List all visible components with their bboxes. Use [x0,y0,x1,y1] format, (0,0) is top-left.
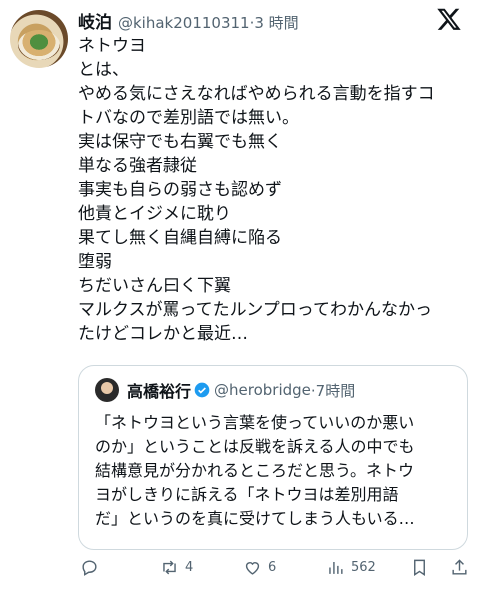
tweet-line: マルクスが罵ってたルンプロってわかんなかっ [78,300,432,320]
like-button[interactable]: 6 [243,558,276,577]
reply-icon [82,560,97,576]
bookmark-button[interactable] [410,558,429,577]
tweet-line: 実は保守でも右翼でも無く [78,132,282,152]
like-count: 6 [268,560,277,575]
quote-line: だ」というのを真に受けてしまう人もいる… [95,509,415,528]
quote-header: 高橋裕行 @herobridge ·7時間 [95,378,355,402]
tweet-line: ネトウヨ [78,36,146,56]
quote-avatar [95,378,119,402]
share-icon [452,559,467,575]
quote-line: 結構意見が分かれるところだと思う。ネトウ [95,461,415,480]
tweet-line: とは、 [78,60,129,80]
quote-line: 「ネトウヨという言葉を使っていいのか悪い [95,413,415,432]
tweet-header: 岐泊 @kihak20110311 ·3 時間 [78,8,299,33]
bookmark-icon [414,559,425,576]
tweet-line: たけどコレかと最近… [78,324,248,344]
retweet-button[interactable]: 4 [160,558,193,577]
action-bar: 4 6 562 [78,558,470,586]
avatar-image [18,30,60,60]
tweet-time[interactable]: ·3 時間 [250,12,299,33]
quote-text: 「ネトウヨという言葉を使っていいのか悪い のか」ということは反戦を訴える人の中で… [95,411,455,531]
tweet-line: やめる気にさえなればやめられる言動を指すコ [78,84,435,104]
share-button[interactable] [450,558,469,577]
views-button[interactable]: 562 [326,558,376,577]
tweet-line: 他責とイジメに耽り [78,204,231,224]
quote-line: ヨがしきりに訴える「ネトウヨは差別用語 [95,485,399,504]
author-handle[interactable]: @kihak20110311 [118,14,250,32]
heart-icon [245,562,260,575]
quote-line: のか」ということは反戦を訴える人の中でも [95,437,415,456]
author-avatar[interactable] [10,10,68,68]
author-name[interactable]: 岐泊 [78,8,112,33]
views-icon [329,561,343,574]
quote-author-name: 高橋裕行 [127,382,192,401]
tweet-text: ネトウヨ とは、 やめる気にさえなればやめられる言動を指すコ トバなので差別語で… [78,34,474,346]
tweet-line: 事実も自らの弱さも認めず [78,180,282,200]
quote-author-handle: @herobridge [214,381,311,399]
quoted-tweet[interactable]: 高橋裕行 @herobridge ·7時間 「ネトウヨという言葉を使っていいのか… [78,365,468,550]
tweet-line: 果てし無く自縄自縛に陥る [78,228,282,248]
tweet-line: 単なる強者隷従 [78,156,197,176]
tweet-line: ちだいさん曰く下翼 [78,276,231,296]
views-count: 562 [351,560,376,575]
x-logo-icon[interactable] [436,6,462,32]
tweet-line: トバなので差別語では無い。 [78,108,299,128]
verified-badge-icon [194,382,210,398]
reply-button[interactable] [80,558,99,577]
quote-time: ·7時間 [310,381,356,400]
retweet-icon [163,560,176,575]
tweet-line: 堕弱 [78,252,112,272]
retweet-count: 4 [185,560,194,575]
